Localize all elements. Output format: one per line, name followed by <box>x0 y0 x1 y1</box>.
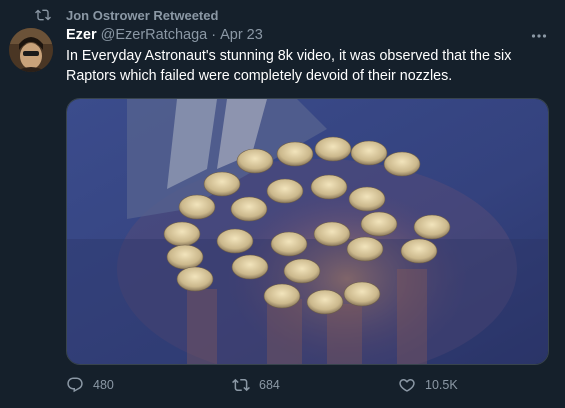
like-button[interactable]: 10.5K <box>398 376 458 394</box>
retweet-indicator[interactable]: Jon Ostrower Retweeted <box>34 6 218 24</box>
tweet-date[interactable]: Apr 23 <box>220 27 263 43</box>
rocket-engines-image <box>67 99 548 364</box>
heart-icon <box>399 378 415 392</box>
tweet-header: Ezer @EzerRatchaga · Apr 23 <box>66 27 525 43</box>
tweet-actions: 480 684 10.5K <box>66 376 549 396</box>
tweet-media[interactable] <box>66 98 549 365</box>
retweet-count: 684 <box>259 378 280 392</box>
author-name[interactable]: Ezer <box>66 27 97 43</box>
more-button[interactable] <box>529 26 549 46</box>
retweet-action-icon <box>232 378 250 392</box>
tweet-text: In Everyday Astronaut's stunning 8k vide… <box>66 48 512 84</box>
author-handle[interactable]: @EzerRatchaga <box>101 27 208 43</box>
more-icon <box>531 34 547 38</box>
header-separator: · <box>211 27 217 43</box>
reply-button[interactable]: 480 <box>66 376 114 394</box>
retweet-label: Jon Ostrower Retweeted <box>66 7 219 23</box>
reply-count: 480 <box>93 378 114 392</box>
reply-icon <box>67 377 83 393</box>
like-count: 10.5K <box>425 378 458 392</box>
retweet-icon <box>35 9 51 21</box>
retweet-button[interactable]: 684 <box>232 376 280 394</box>
avatar[interactable] <box>9 28 53 72</box>
